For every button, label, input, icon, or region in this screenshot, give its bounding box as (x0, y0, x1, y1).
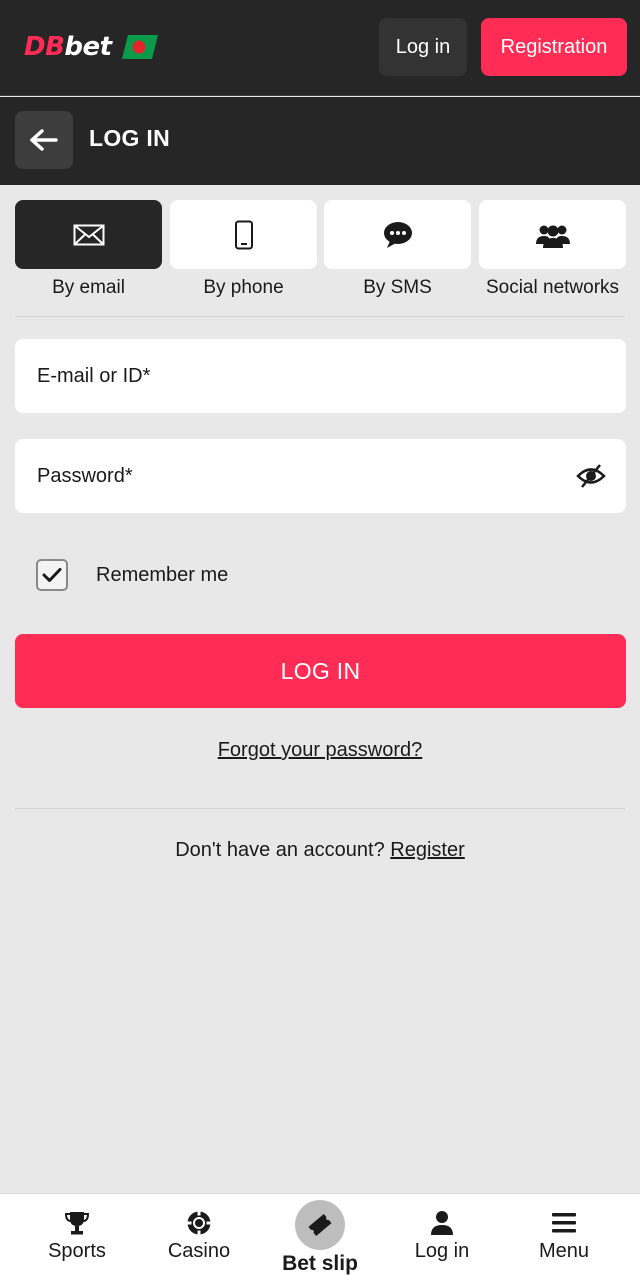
password-field[interactable]: Password* (15, 439, 626, 513)
password-placeholder: Password* (37, 465, 133, 487)
tab-label-by-phone: By phone (203, 277, 284, 298)
tab-by-email[interactable] (15, 200, 162, 269)
header-login-button[interactable]: Log in (379, 18, 467, 76)
back-button[interactable] (15, 111, 73, 169)
user-icon (431, 1211, 453, 1235)
arrow-left-icon (30, 129, 58, 151)
remember-me-checkbox[interactable] (36, 559, 68, 591)
nav-log-in[interactable]: Log in (381, 1194, 503, 1280)
bottom-nav: Sports Casino Bet slip Log in Menu (0, 1193, 640, 1280)
top-header: DBbet Log in Registration (0, 0, 640, 96)
register-prompt: Don't have an account? Register (0, 839, 640, 862)
logo-text-bet: bet (64, 32, 112, 62)
login-submit-button[interactable]: LOG IN (15, 634, 626, 708)
no-account-text: Don't have an account? (175, 839, 385, 861)
eye-slash-icon[interactable] (576, 463, 606, 489)
tab-label-by-sms: By SMS (363, 277, 432, 298)
envelope-icon (73, 224, 104, 245)
forgot-password-link[interactable]: Forgot your password? (218, 739, 423, 761)
email-field[interactable]: E-mail or ID* (15, 339, 626, 413)
email-placeholder: E-mail or ID* (37, 365, 151, 387)
tab-by-phone[interactable] (170, 200, 317, 269)
nav-label-log-in: Log in (414, 1240, 470, 1262)
page-title: LOG IN (89, 125, 171, 151)
hamburger-icon (552, 1213, 576, 1233)
nav-menu[interactable]: Menu (503, 1194, 625, 1280)
phone-icon (234, 220, 253, 249)
tab-label-social-networks: Social networks (485, 277, 620, 298)
bangladesh-flag-icon (121, 35, 158, 59)
nav-casino[interactable]: Casino (138, 1194, 260, 1280)
users-icon (535, 225, 570, 248)
nav-label-casino: Casino (167, 1240, 231, 1262)
casino-chip-icon (187, 1211, 211, 1235)
trophy-icon (64, 1212, 90, 1235)
nav-label-menu: Menu (538, 1240, 590, 1262)
tab-social-networks[interactable] (479, 200, 626, 269)
remember-me-label[interactable]: Remember me (96, 564, 228, 587)
logo-text-db: DB (24, 32, 65, 62)
header-registration-button[interactable]: Registration (481, 18, 627, 76)
nav-sports[interactable]: Sports (16, 1194, 138, 1280)
chat-bubble-icon (383, 221, 412, 248)
tab-by-sms[interactable] (324, 200, 471, 269)
tab-label-by-email: By email (52, 277, 125, 298)
nav-label-bet-slip: Bet slip (282, 1252, 358, 1275)
divider (15, 316, 625, 317)
ticket-icon (308, 1213, 332, 1237)
dbbet-logo[interactable]: DBbet (24, 32, 158, 62)
nav-label-sports: Sports (48, 1240, 106, 1262)
checkmark-icon (42, 568, 62, 582)
divider (15, 808, 625, 809)
register-link[interactable]: Register (390, 839, 464, 861)
title-bar: LOG IN (0, 97, 640, 185)
nav-bet-slip[interactable]: Bet slip (259, 1194, 381, 1280)
